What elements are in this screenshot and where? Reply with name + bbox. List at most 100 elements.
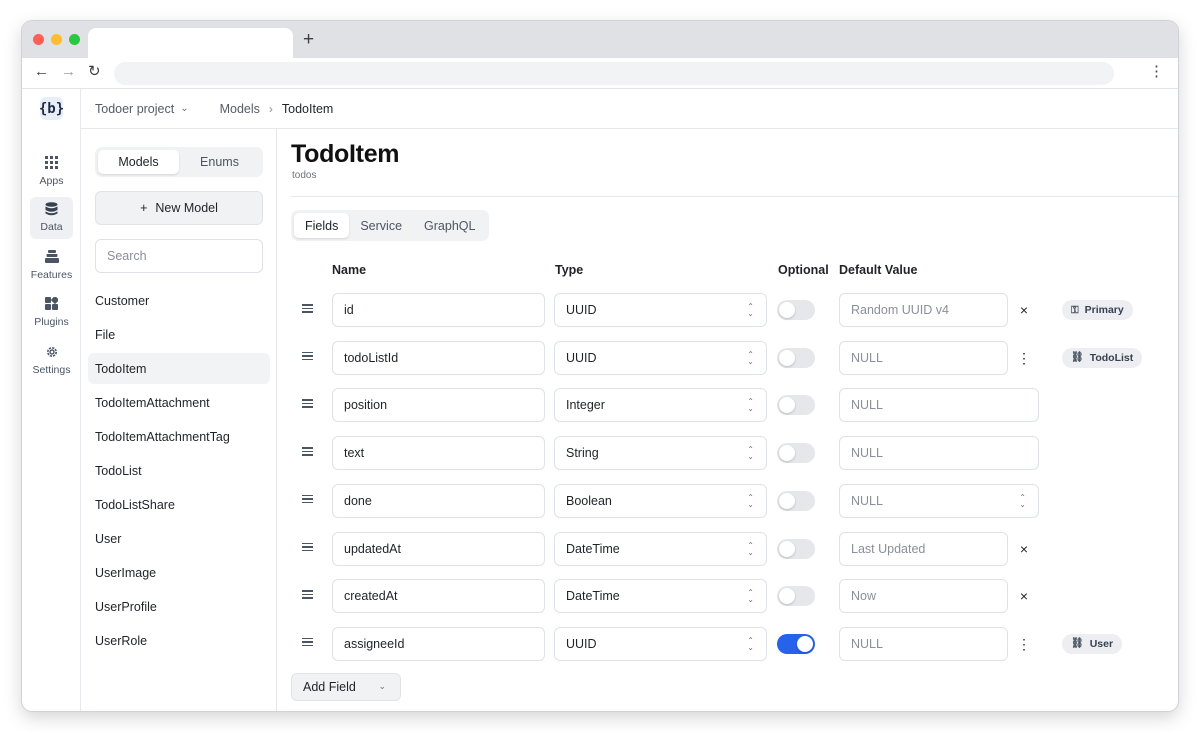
field-type-select[interactable]: DateTime ⌃ ⌄ — [554, 579, 767, 614]
rail-item-plugins[interactable]: Plugins — [30, 292, 73, 334]
rail-item-settings[interactable]: Settings — [30, 340, 73, 382]
optional-toggle[interactable] — [777, 300, 815, 320]
new-model-button[interactable]: + New Model — [95, 191, 263, 225]
drag-handle-icon[interactable] — [302, 304, 313, 315]
more-options-icon[interactable]: ⋮ — [1017, 635, 1031, 653]
drag-handle-icon[interactable] — [302, 542, 313, 554]
model-item[interactable]: TodoItem — [88, 353, 270, 384]
relation-badge[interactable]: ⛓ User — [1062, 633, 1123, 654]
column-header-default: Default Value — [839, 263, 918, 277]
chevron-right-icon: › — [268, 101, 273, 116]
field-name-input[interactable]: id — [332, 293, 545, 327]
maximize-window-button[interactable] — [69, 34, 80, 45]
breadcrumb-project[interactable]: Todoer project — [95, 102, 174, 116]
reload-icon[interactable]: ↻ — [88, 64, 101, 79]
optional-toggle[interactable] — [777, 443, 815, 464]
link-icon: ⛓ — [1071, 352, 1084, 364]
default-value-input[interactable]: Last Updated — [839, 531, 1008, 566]
more-options-icon[interactable]: ⋮ — [1017, 349, 1031, 367]
model-item[interactable]: UserProfile — [88, 591, 270, 622]
default-value-input[interactable]: NULL — [839, 340, 1008, 375]
chevron-down-icon[interactable]: ⌄ — [378, 681, 386, 692]
optional-toggle[interactable] — [777, 633, 815, 654]
optional-toggle[interactable] — [777, 538, 815, 559]
minimize-window-button[interactable] — [51, 34, 62, 45]
tab-fields[interactable]: Fields — [294, 213, 350, 238]
tab-models[interactable]: Models — [98, 150, 179, 174]
field-row: todoListId UUID ⌃ ⌄ NULL ⋮ ⛓ TodoList — [277, 340, 1157, 375]
model-item[interactable]: TodoListShare — [88, 489, 270, 520]
rail-item-features[interactable]: Features — [30, 245, 73, 287]
relation-badge[interactable]: ⛓ TodoList — [1062, 347, 1143, 368]
field-type-select[interactable]: Boolean ⌃ ⌄ — [554, 483, 767, 518]
clear-default-icon[interactable]: × — [1017, 587, 1031, 605]
rail-item-data[interactable]: Data — [30, 197, 73, 239]
default-value-input[interactable]: NULL ⌃ ⌄ — [839, 483, 1039, 518]
chevron-updown-icon: ⌃ ⌄ — [747, 588, 754, 605]
model-item[interactable]: UserImage — [88, 557, 270, 588]
field-type-select[interactable]: UUID ⌃ ⌄ — [554, 340, 767, 375]
field-name-input[interactable]: updatedAt — [332, 531, 545, 566]
default-value-input[interactable]: NULL — [839, 388, 1039, 423]
close-window-button[interactable] — [33, 34, 44, 45]
field-name-input[interactable]: done — [332, 483, 545, 518]
default-value-input[interactable]: NULL — [839, 436, 1039, 471]
clear-default-icon[interactable]: × — [1017, 301, 1031, 319]
nav-rail: {b} Apps Data Features Plugins Settings — [22, 89, 81, 711]
toggle-knob — [779, 349, 795, 366]
field-type-select[interactable]: UUID ⌃ ⌄ — [554, 293, 767, 327]
vertical-dots-icon[interactable]: ⋮ — [1149, 64, 1164, 79]
drag-handle-icon[interactable] — [302, 494, 313, 506]
app-logo[interactable]: {b} — [39, 97, 64, 120]
model-item[interactable]: User — [88, 523, 270, 554]
field-type-select[interactable]: Integer ⌃ ⌄ — [554, 388, 767, 423]
plus-icon[interactable]: + — [303, 30, 314, 49]
model-item[interactable]: File — [88, 319, 270, 350]
arrow-right-icon[interactable]: → — [61, 64, 76, 79]
tab-enums[interactable]: Enums — [179, 150, 260, 174]
default-value-input[interactable]: Now — [839, 579, 1008, 614]
model-item[interactable]: TodoItemAttachmentTag — [88, 421, 270, 452]
optional-toggle[interactable] — [777, 586, 815, 607]
arrow-left-icon[interactable]: ← — [34, 64, 49, 79]
drag-handle-icon[interactable] — [302, 351, 313, 363]
chevron-updown-icon: ⌃ ⌄ — [747, 397, 754, 414]
model-item[interactable]: TodoItemAttachment — [88, 387, 270, 418]
tab-graphql[interactable]: GraphQL — [413, 213, 486, 238]
field-type-select[interactable]: DateTime ⌃ ⌄ — [554, 531, 767, 566]
default-value-input[interactable]: NULL — [839, 626, 1008, 661]
drag-handle-icon[interactable] — [302, 399, 313, 410]
browser-window: + ← → ↻ ⋮ {b} Apps Data Features Plugins… — [22, 21, 1178, 711]
address-bar[interactable] — [114, 62, 1114, 85]
field-type-select[interactable]: String ⌃ ⌄ — [554, 436, 767, 471]
field-name-input[interactable]: assigneeId — [332, 626, 545, 661]
optional-toggle[interactable] — [777, 490, 815, 511]
field-type-select[interactable]: UUID ⌃ ⌄ — [554, 626, 767, 661]
field-name-input[interactable]: text — [332, 436, 545, 471]
clear-default-icon[interactable]: × — [1017, 540, 1031, 558]
add-field-label: Add Field — [303, 680, 356, 694]
chevron-down-icon[interactable]: ⌄ — [180, 103, 188, 114]
relation-badge[interactable]: ⚿ Primary — [1062, 300, 1133, 320]
tab-service[interactable]: Service — [349, 213, 413, 238]
default-value-input[interactable]: Random UUID v4 — [839, 293, 1008, 327]
plus-icon: + — [140, 201, 148, 215]
drag-handle-icon[interactable] — [302, 590, 313, 601]
model-item[interactable]: TodoList — [88, 455, 270, 486]
model-item[interactable]: Customer — [88, 285, 270, 316]
drag-handle-icon[interactable] — [302, 637, 313, 649]
field-name-input[interactable]: createdAt — [332, 579, 545, 614]
browser-tab[interactable] — [88, 28, 293, 58]
field-name-input[interactable]: position — [332, 388, 545, 423]
field-name-input[interactable]: todoListId — [332, 340, 545, 375]
drag-handle-icon[interactable] — [302, 447, 313, 458]
default-value: NULL — [851, 350, 883, 365]
optional-toggle[interactable] — [777, 395, 815, 416]
add-field-button[interactable]: Add Field ⌄ — [291, 673, 401, 701]
breadcrumb-section[interactable]: Models — [220, 102, 260, 116]
rail-item-apps[interactable]: Apps — [30, 151, 73, 193]
search-input[interactable] — [95, 239, 263, 273]
divider — [291, 196, 1178, 197]
optional-toggle[interactable] — [777, 347, 815, 368]
model-item[interactable]: UserRole — [88, 625, 270, 656]
